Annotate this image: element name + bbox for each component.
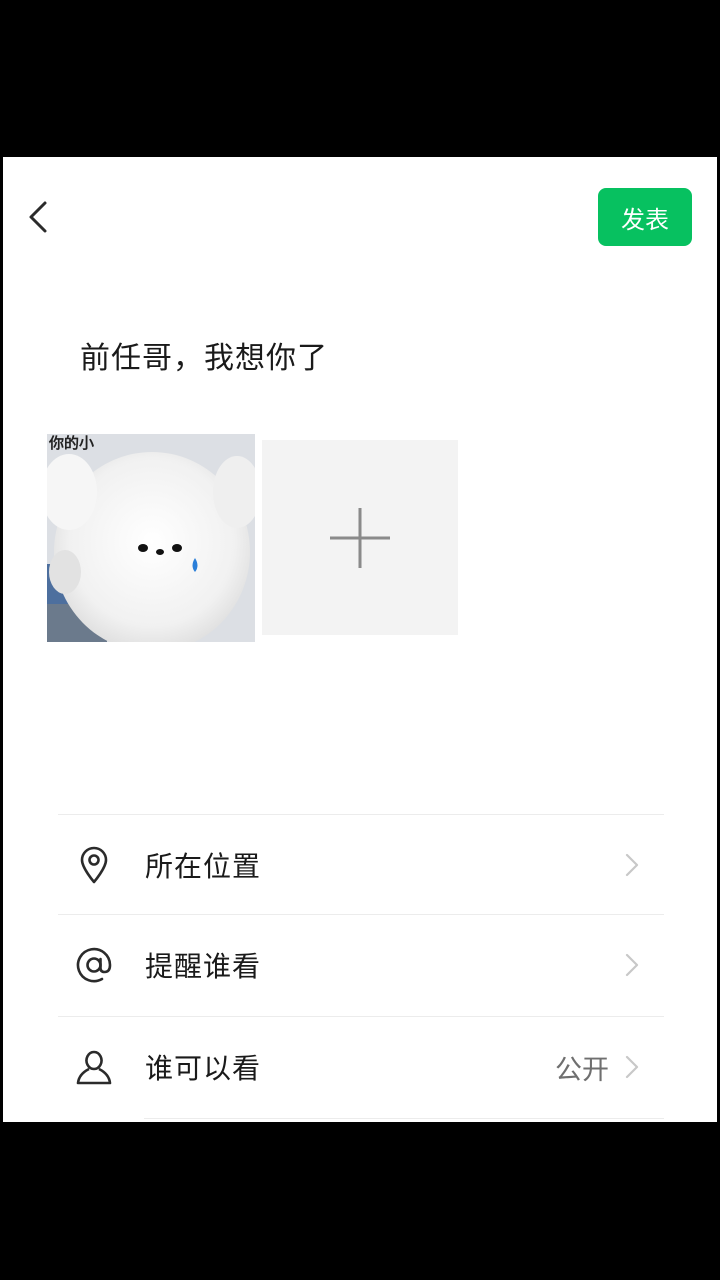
plush-toy-image: 你的小: [47, 434, 255, 642]
at-sign-icon: [58, 915, 130, 1015]
visibility-value: 公开: [555, 1054, 609, 1086]
menu-item-visibility[interactable]: 谁可以看 公开: [58, 1017, 664, 1117]
publish-button[interactable]: 发表: [598, 188, 692, 246]
post-composer-screen: 发表 前任哥，我想你了 你的小 所在位置 提醒谁看 谁可以看 公开: [3, 157, 717, 1122]
location-pin-icon: [58, 815, 130, 915]
menu-item-label: 谁可以看: [145, 1052, 262, 1085]
person-icon: [58, 1017, 130, 1117]
chevron-right-icon: [625, 953, 639, 977]
post-text-input[interactable]: 前任哥，我想你了: [80, 333, 328, 377]
menu-item-mention[interactable]: 提醒谁看: [58, 915, 664, 1015]
chevron-left-icon: [29, 201, 47, 233]
image-overlay-text: 你的小: [48, 434, 94, 452]
attached-photo[interactable]: 你的小: [47, 434, 255, 642]
chevron-right-icon: [625, 1055, 639, 1079]
add-photo-button[interactable]: [262, 440, 458, 635]
back-button[interactable]: [21, 197, 55, 237]
chevron-right-icon: [625, 853, 639, 877]
plus-icon: [330, 507, 390, 568]
menu-item-label: 所在位置: [145, 850, 262, 883]
menu-item-label: 提醒谁看: [145, 950, 262, 983]
menu-divider: [144, 1118, 664, 1119]
menu-item-location[interactable]: 所在位置: [58, 815, 664, 915]
